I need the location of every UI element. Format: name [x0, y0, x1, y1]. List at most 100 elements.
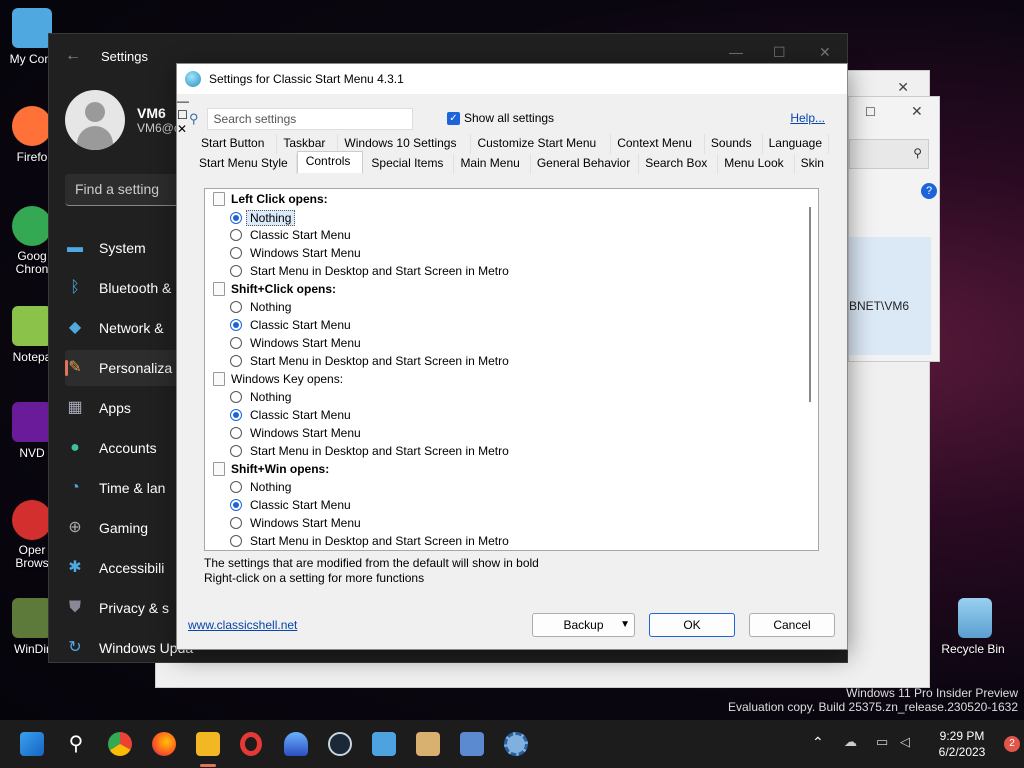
tab-controls[interactable]: Controls — [296, 151, 364, 173]
close-icon[interactable]: ✕ — [911, 103, 923, 120]
users-icon[interactable] — [416, 732, 440, 756]
chrome-icon[interactable] — [108, 732, 132, 756]
radio-icon — [230, 535, 242, 547]
tab-menu-look[interactable]: Menu Look — [718, 154, 795, 174]
notepad-icon — [12, 306, 52, 346]
show-all-settings-checkbox[interactable]: ✓ Show all settings — [447, 111, 554, 125]
tab-skin[interactable]: Skin — [795, 154, 834, 174]
chevron-up-icon[interactable]: ⌃ — [812, 734, 824, 751]
option-label: Start Menu in Desktop and Start Screen i… — [250, 534, 509, 548]
option-label: Windows Start Menu — [250, 426, 361, 440]
notification-badge[interactable]: 2 — [1004, 736, 1020, 752]
app-icon[interactable] — [284, 732, 308, 756]
tab-main-menu[interactable]: Main Menu — [454, 154, 531, 174]
tab-context-menu[interactable]: Context Menu — [611, 134, 705, 154]
opera-icon[interactable] — [240, 732, 262, 756]
search-icon: ⚲ — [189, 111, 199, 126]
dialog-title: Settings for Classic Start Menu 4.3.1 — [209, 72, 404, 86]
search-row: ⚲ Search settings — [189, 108, 413, 130]
maximize-icon[interactable]: ☐ — [773, 44, 786, 61]
tab-sounds[interactable]: Sounds — [705, 134, 763, 154]
help-link[interactable]: Help... — [790, 111, 825, 125]
radio-option[interactable]: Windows Start Menu — [230, 426, 361, 440]
control-panel-icon[interactable] — [372, 732, 396, 756]
minimize-icon[interactable]: — — [729, 44, 743, 60]
tab-general-behavior[interactable]: General Behavior — [531, 154, 640, 174]
firefox-icon[interactable] — [152, 732, 176, 756]
volume-icon[interactable]: ◁ — [900, 734, 910, 750]
tab-row-2: Start Menu Style Controls Special Items … — [193, 151, 834, 174]
cancel-button[interactable]: Cancel — [749, 613, 835, 637]
radio-option[interactable]: Classic Start Menu — [230, 318, 351, 332]
setting-doc-icon — [213, 462, 225, 476]
group-heading: Windows Key opens: — [231, 372, 344, 386]
close-icon[interactable]: ✕ — [819, 44, 831, 61]
clock[interactable]: 9:29 PM 6/2/2023 — [930, 728, 994, 760]
radio-option[interactable]: Nothing — [230, 390, 291, 404]
radio-option[interactable]: Nothing — [230, 210, 296, 226]
cloud-icon[interactable]: ☁ — [844, 734, 857, 750]
radio-option[interactable]: Start Menu in Desktop and Start Screen i… — [230, 444, 509, 458]
radio-option[interactable]: Windows Start Menu — [230, 336, 361, 350]
option-label: Classic Start Menu — [250, 408, 351, 422]
group-windows-key[interactable]: Windows Key opens: — [213, 372, 343, 386]
ok-button[interactable]: OK — [649, 613, 735, 637]
group-shift-click[interactable]: Shift+Click opens: — [213, 282, 336, 296]
nav-label: Time & lan — [99, 480, 166, 496]
option-label: Start Menu in Desktop and Start Screen i… — [250, 444, 509, 458]
radio-option[interactable]: Classic Start Menu — [230, 498, 351, 512]
settings-gear-icon[interactable] — [504, 732, 528, 756]
radio-option[interactable]: Classic Start Menu — [230, 408, 351, 422]
desktop-icon-recycle-bin[interactable]: Recycle Bin — [941, 598, 1006, 656]
search-icon[interactable]: ⚲ — [64, 732, 88, 756]
radio-option[interactable]: Windows Start Menu — [230, 246, 361, 260]
search-settings-input[interactable]: Search settings — [206, 108, 413, 130]
settings-tree-panel[interactable]: Left Click opens: Nothing Classic Start … — [204, 188, 819, 551]
maximize-icon[interactable]: ☐ — [865, 105, 876, 119]
user-name: VM6 — [137, 105, 166, 121]
nvda-icon — [12, 402, 52, 442]
radio-option[interactable]: Classic Start Menu — [230, 228, 351, 242]
backup-button[interactable]: Backup ▼ — [532, 613, 635, 637]
group-shift-win[interactable]: Shift+Win opens: — [213, 462, 329, 476]
steam-icon[interactable] — [328, 732, 352, 756]
network-tool-icon[interactable] — [460, 732, 484, 756]
search-icon: ⚲ — [913, 146, 922, 160]
radio-option[interactable]: Start Menu in Desktop and Start Screen i… — [230, 264, 509, 278]
minimize-icon[interactable]: — — [177, 94, 847, 108]
start-button[interactable] — [20, 732, 44, 756]
radio-icon — [230, 481, 242, 493]
radio-option[interactable]: Start Menu in Desktop and Start Screen i… — [230, 354, 509, 368]
help-icon[interactable]: ? — [921, 183, 937, 199]
accessibility-icon: ✱ — [68, 559, 82, 576]
nav-label: Accessibili — [99, 560, 165, 576]
option-label: Classic Start Menu — [250, 498, 351, 512]
tab-start-button[interactable]: Start Button — [195, 134, 278, 154]
radio-option[interactable]: Nothing — [230, 480, 291, 494]
radio-icon — [230, 427, 242, 439]
file-explorer-icon[interactable] — [196, 732, 220, 756]
option-label: Windows Start Menu — [250, 336, 361, 350]
network-icon[interactable]: ▭ — [876, 734, 888, 750]
close-icon[interactable]: ✕ — [897, 79, 909, 96]
radio-option[interactable]: Nothing — [230, 300, 291, 314]
classicshell-link[interactable]: www.classicshell.net — [188, 618, 297, 632]
monitor-icon: ▬ — [67, 239, 83, 256]
desktop-icon-label: Recycle Bin — [941, 642, 1005, 656]
clock-icon: ◔ — [70, 479, 80, 496]
date-text: 6/2/2023 — [938, 745, 986, 759]
tab-special-items[interactable]: Special Items — [363, 154, 455, 174]
group-left-click[interactable]: Left Click opens: — [213, 192, 328, 206]
search-field[interactable]: ⚲ — [849, 139, 929, 169]
scrollbar[interactable] — [809, 207, 811, 402]
dropdown-arrow-icon: ▼ — [620, 619, 630, 630]
person-icon: ● — [70, 439, 80, 456]
radio-option[interactable]: Windows Start Menu — [230, 516, 361, 530]
tab-language[interactable]: Language — [763, 134, 829, 154]
tab-search-box[interactable]: Search Box — [639, 154, 719, 174]
tab-start-menu-style[interactable]: Start Menu Style — [193, 154, 297, 174]
back-arrow-icon[interactable]: ← — [65, 47, 81, 65]
radio-option[interactable]: Start Menu in Desktop and Start Screen i… — [230, 534, 509, 548]
option-label: Windows Start Menu — [250, 246, 361, 260]
tab-customize-start-menu[interactable]: Customize Start Menu — [471, 134, 612, 154]
